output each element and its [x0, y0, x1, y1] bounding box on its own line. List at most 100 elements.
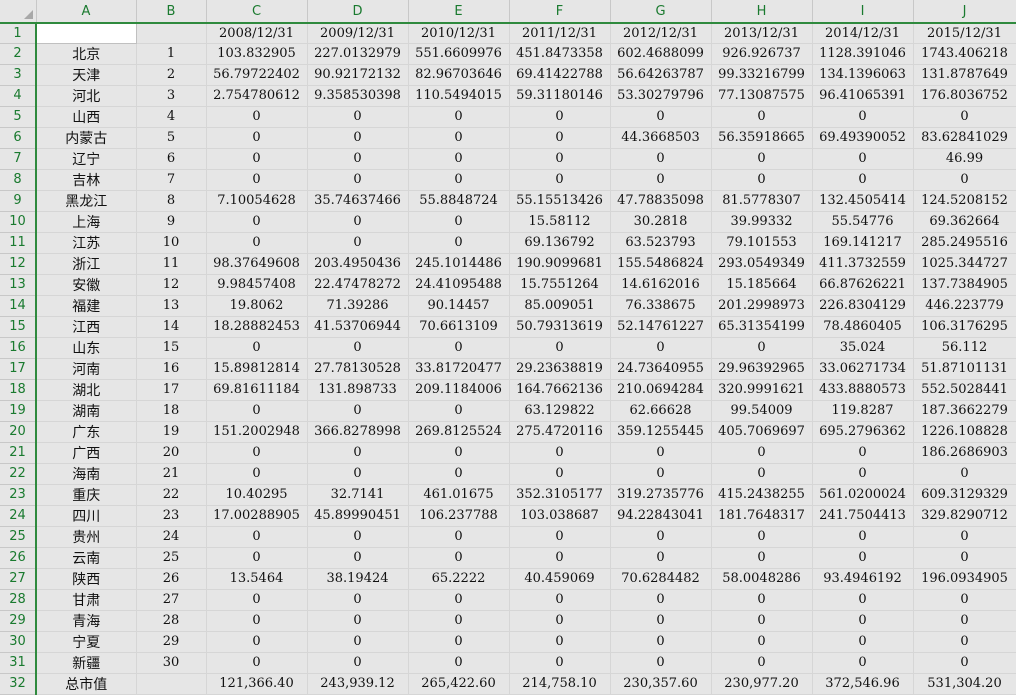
cell-d14[interactable]: 71.39286 — [307, 295, 409, 317]
cell-d7[interactable]: 0 — [307, 148, 409, 170]
cell-g8[interactable]: 0 — [610, 169, 712, 191]
cell-c21[interactable]: 0 — [206, 442, 308, 464]
cell-h8[interactable]: 0 — [711, 169, 813, 191]
cell-b20[interactable]: 19 — [136, 421, 207, 443]
cell-h3[interactable]: 99.33216799 — [711, 64, 813, 86]
select-all-corner[interactable] — [0, 0, 37, 24]
cell-a5[interactable]: 山西 — [36, 106, 137, 128]
cell-i12[interactable]: 411.3732559 — [812, 253, 914, 275]
cell-b19[interactable]: 18 — [136, 400, 207, 422]
cell-f17[interactable]: 29.23638819 — [509, 358, 611, 380]
cell-a29[interactable]: 青海 — [36, 610, 137, 632]
cell-g21[interactable]: 0 — [610, 442, 712, 464]
row-header[interactable]: 25 — [0, 526, 37, 548]
cell-a12[interactable]: 浙江 — [36, 253, 137, 275]
cell-a14[interactable]: 福建 — [36, 295, 137, 317]
cell-b17[interactable]: 16 — [136, 358, 207, 380]
cell-g2[interactable]: 602.4688099 — [610, 43, 712, 65]
cell-j3[interactable]: 131.8787649 — [913, 64, 1016, 86]
cell-a8[interactable]: 吉林 — [36, 169, 137, 191]
cell-f4[interactable]: 59.31180146 — [509, 85, 611, 107]
cell-f21[interactable]: 0 — [509, 442, 611, 464]
cell-e7[interactable]: 0 — [408, 148, 510, 170]
cell-i4[interactable]: 96.41065391 — [812, 85, 914, 107]
cell-d26[interactable]: 0 — [307, 547, 409, 569]
cell-h29[interactable]: 0 — [711, 610, 813, 632]
cell-h7[interactable]: 0 — [711, 148, 813, 170]
cell-c23[interactable]: 10.40295 — [206, 484, 308, 506]
cell-f30[interactable]: 0 — [509, 631, 611, 653]
cell-d23[interactable]: 32.7141 — [307, 484, 409, 506]
cell-e1[interactable]: 2010/12/31 — [408, 23, 510, 44]
row-header[interactable]: 19 — [0, 400, 37, 422]
cell-i21[interactable]: 0 — [812, 442, 914, 464]
cell-i7[interactable]: 0 — [812, 148, 914, 170]
cell-c17[interactable]: 15.89812814 — [206, 358, 308, 380]
cell-g6[interactable]: 44.3668503 — [610, 127, 712, 149]
cell-f20[interactable]: 275.4720116 — [509, 421, 611, 443]
cell-e5[interactable]: 0 — [408, 106, 510, 128]
cell-g12[interactable]: 155.5486824 — [610, 253, 712, 275]
cell-g22[interactable]: 0 — [610, 463, 712, 485]
cell-i11[interactable]: 169.141217 — [812, 232, 914, 254]
row-header[interactable]: 6 — [0, 127, 37, 149]
cell-d2[interactable]: 227.0132979 — [307, 43, 409, 65]
cell-b8[interactable]: 7 — [136, 169, 207, 191]
cell-d10[interactable]: 0 — [307, 211, 409, 233]
cell-i9[interactable]: 132.4505414 — [812, 190, 914, 212]
cell-c5[interactable]: 0 — [206, 106, 308, 128]
cell-e6[interactable]: 0 — [408, 127, 510, 149]
cell-h15[interactable]: 65.31354199 — [711, 316, 813, 338]
cell-g30[interactable]: 0 — [610, 631, 712, 653]
cell-g27[interactable]: 70.6284482 — [610, 568, 712, 590]
cell-b13[interactable]: 12 — [136, 274, 207, 296]
row-header[interactable]: 26 — [0, 547, 37, 569]
cell-h28[interactable]: 0 — [711, 589, 813, 611]
cell-d6[interactable]: 0 — [307, 127, 409, 149]
cell-i15[interactable]: 78.4860405 — [812, 316, 914, 338]
row-header[interactable]: 29 — [0, 610, 37, 632]
cell-e20[interactable]: 269.8125524 — [408, 421, 510, 443]
cell-d27[interactable]: 38.19424 — [307, 568, 409, 590]
cell-h19[interactable]: 99.54009 — [711, 400, 813, 422]
row-header[interactable]: 22 — [0, 463, 37, 485]
cell-e29[interactable]: 0 — [408, 610, 510, 632]
cell-f2[interactable]: 451.8473358 — [509, 43, 611, 65]
cell-a3[interactable]: 天津 — [36, 64, 137, 86]
cell-j25[interactable]: 0 — [913, 526, 1016, 548]
cell-b14[interactable]: 13 — [136, 295, 207, 317]
cell-a22[interactable]: 海南 — [36, 463, 137, 485]
cell-j8[interactable]: 0 — [913, 169, 1016, 191]
cell-b18[interactable]: 17 — [136, 379, 207, 401]
cell-j30[interactable]: 0 — [913, 631, 1016, 653]
cell-a27[interactable]: 陕西 — [36, 568, 137, 590]
cell-g14[interactable]: 76.338675 — [610, 295, 712, 317]
cell-g25[interactable]: 0 — [610, 526, 712, 548]
cell-b12[interactable]: 11 — [136, 253, 207, 275]
cell-a18[interactable]: 湖北 — [36, 379, 137, 401]
cell-i6[interactable]: 69.49390052 — [812, 127, 914, 149]
cell-j11[interactable]: 285.2495516 — [913, 232, 1016, 254]
cell-c11[interactable]: 0 — [206, 232, 308, 254]
cell-f6[interactable]: 0 — [509, 127, 611, 149]
row-header[interactable]: 8 — [0, 169, 37, 191]
cell-f19[interactable]: 63.129822 — [509, 400, 611, 422]
cell-j23[interactable]: 609.3129329 — [913, 484, 1016, 506]
cell-j16[interactable]: 56.112 — [913, 337, 1016, 359]
cell-g17[interactable]: 24.73640955 — [610, 358, 712, 380]
cell-j22[interactable]: 0 — [913, 463, 1016, 485]
cell-h25[interactable]: 0 — [711, 526, 813, 548]
cell-e15[interactable]: 70.6613109 — [408, 316, 510, 338]
cell-c22[interactable]: 0 — [206, 463, 308, 485]
cell-a21[interactable]: 广西 — [36, 442, 137, 464]
cell-i32[interactable]: 372,546.96 — [812, 673, 914, 695]
cell-g19[interactable]: 62.66628 — [610, 400, 712, 422]
cell-f25[interactable]: 0 — [509, 526, 611, 548]
row-header[interactable]: 12 — [0, 253, 37, 275]
column-header-e[interactable]: E — [408, 0, 510, 24]
column-header-g[interactable]: G — [610, 0, 712, 24]
cell-e12[interactable]: 245.1014486 — [408, 253, 510, 275]
cell-d19[interactable]: 0 — [307, 400, 409, 422]
cell-a24[interactable]: 四川 — [36, 505, 137, 527]
cell-g13[interactable]: 14.6162016 — [610, 274, 712, 296]
